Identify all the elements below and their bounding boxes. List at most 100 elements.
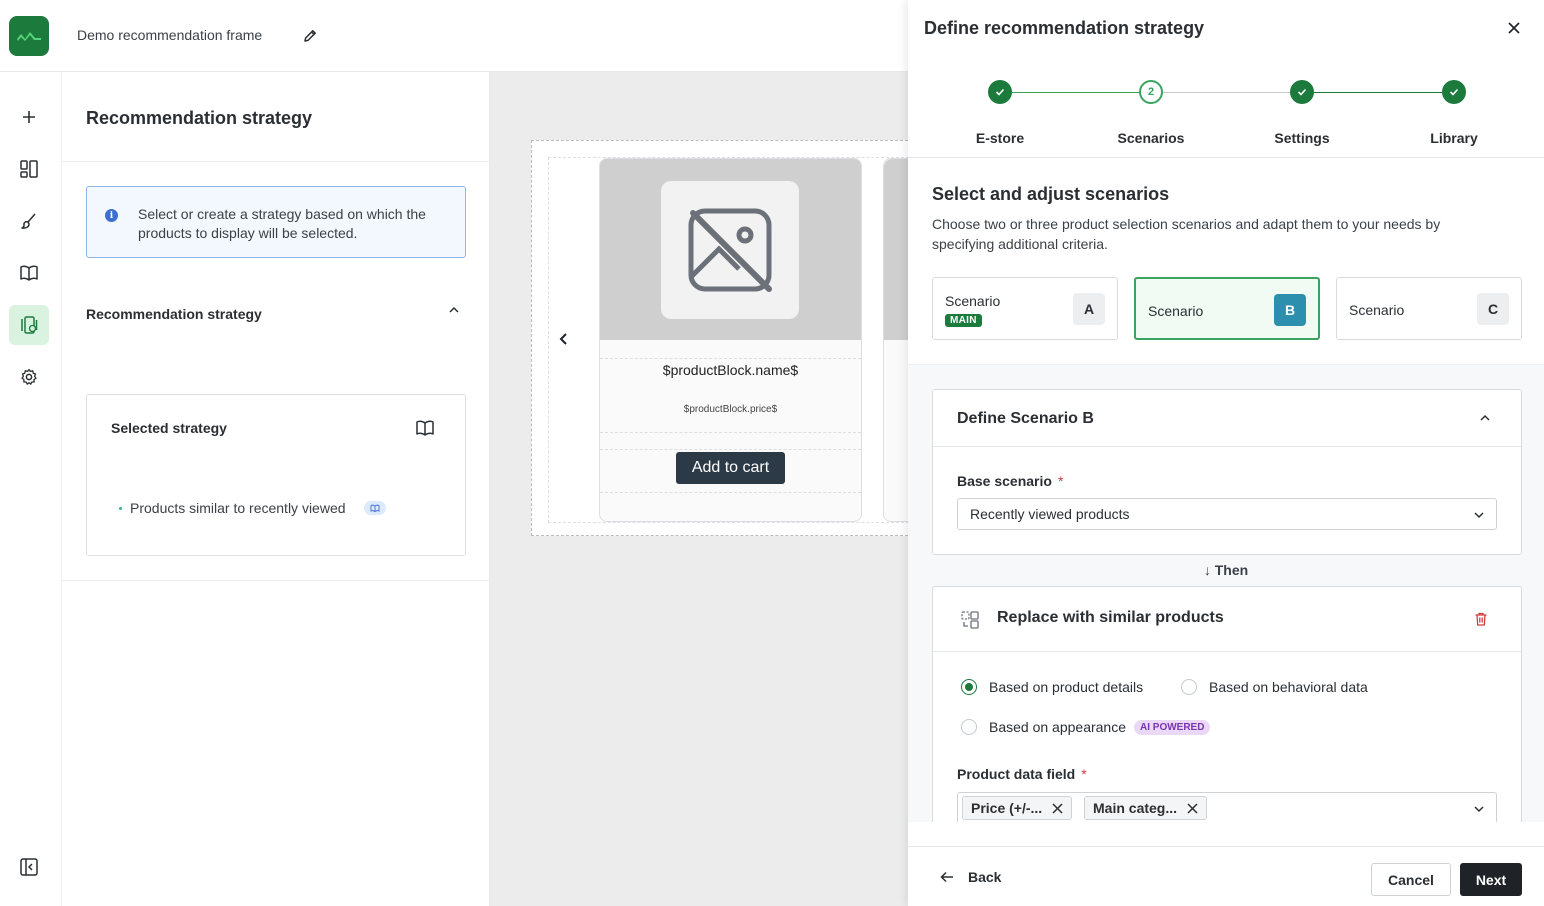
product-name: $productBlock.name$: [662, 362, 799, 378]
scenario-letter: C: [1477, 293, 1509, 325]
step-estore[interactable]: [988, 80, 1012, 104]
cancel-button[interactable]: Cancel: [1371, 863, 1451, 896]
collapse-panel-button[interactable]: [9, 847, 49, 887]
back-button[interactable]: Back: [940, 869, 1001, 885]
image-placeholder-icon: [661, 181, 799, 319]
pencil-icon[interactable]: [301, 27, 319, 45]
collapse-panel-icon: [20, 858, 38, 876]
product-price: $productBlock.price$: [683, 404, 778, 415]
scenario-letter: B: [1274, 294, 1306, 326]
stepper-line: [1163, 92, 1290, 93]
radio-button[interactable]: [1181, 679, 1197, 695]
top-bar: Demo recommendation frame: [0, 0, 908, 72]
step-label-library[interactable]: Library: [1394, 130, 1514, 146]
selected-strategy-title: Selected strategy: [111, 420, 227, 436]
product-card: $productBlock.name$ $productBlock.price$…: [599, 158, 862, 522]
ai-powered-badge: AI POWERED: [1134, 719, 1211, 735]
section-description: Choose two or three product selection sc…: [932, 216, 1441, 252]
settings-button[interactable]: [9, 357, 49, 397]
book-icon: [20, 265, 38, 281]
frame-title: Demo recommendation frame: [77, 27, 263, 43]
similar-products-icon: [961, 611, 979, 629]
divider: [600, 449, 861, 450]
add-to-cart-button[interactable]: Add to cart: [676, 452, 785, 484]
then-label: ↓ Then: [1203, 562, 1249, 578]
divider: [600, 432, 861, 433]
step-label-settings[interactable]: Settings: [1242, 130, 1362, 146]
divider: [933, 446, 1521, 447]
stepper-line: [1012, 92, 1139, 93]
scenario-card-c[interactable]: Scenario C: [1336, 277, 1522, 340]
close-icon[interactable]: [1187, 802, 1198, 814]
step-library[interactable]: [1442, 80, 1466, 104]
replace-title: Replace with similar products: [997, 609, 1224, 626]
layout-button[interactable]: [9, 149, 49, 189]
selected-strategy-item: Products similar to recently viewed: [119, 500, 386, 516]
divider: [62, 580, 490, 581]
divider: [908, 157, 1544, 158]
step-label-scenarios[interactable]: Scenarios: [1091, 130, 1211, 146]
gear-icon: [21, 368, 37, 385]
scenario-label: Scenario: [945, 293, 1001, 309]
strategy-panel: Recommendation strategy i Select or crea…: [62, 72, 490, 906]
next-button[interactable]: Next: [1460, 863, 1522, 896]
left-rail: [0, 72, 62, 906]
divider: [933, 651, 1521, 652]
brush-icon: [21, 213, 36, 229]
chevron-up-icon[interactable]: [446, 302, 462, 318]
recommendation-button[interactable]: [9, 305, 49, 345]
tag-main-category: Main categ...: [1084, 796, 1208, 820]
book-badge-icon: [363, 501, 386, 515]
scenario-card-a[interactable]: Scenario MAIN A: [932, 277, 1118, 340]
add-button[interactable]: [9, 97, 49, 137]
base-scenario-select[interactable]: Recently viewed products: [957, 498, 1497, 530]
check-icon: [1449, 88, 1459, 96]
brand-logo-icon[interactable]: [9, 16, 49, 56]
recommendation-icon: [21, 316, 38, 334]
layout-icon: [20, 160, 38, 178]
radio-behavioral-data[interactable]: Based on behavioral data: [1181, 679, 1368, 695]
chevron-down-icon: [1474, 806, 1484, 813]
base-scenario-value: Recently viewed products: [970, 506, 1130, 522]
strategy-drawer: Define recommendation strategy 2 E-store…: [908, 0, 1544, 906]
trash-icon[interactable]: [1473, 611, 1489, 627]
divider: [600, 358, 861, 359]
radio-button[interactable]: [961, 719, 977, 735]
main-badge: MAIN: [945, 314, 982, 327]
info-icon: i: [105, 209, 118, 222]
chevron-left-icon[interactable]: [556, 331, 572, 347]
selected-strategy-label: Products similar to recently viewed: [130, 500, 346, 516]
chevron-up-icon[interactable]: [1477, 410, 1493, 426]
step-scenarios[interactable]: 2: [1139, 80, 1163, 104]
divider: [600, 492, 861, 493]
close-icon[interactable]: [1052, 802, 1063, 814]
tag-price: Price (+/-...: [962, 796, 1073, 820]
info-message: i Select or create a strategy based on w…: [86, 186, 466, 258]
define-scenario-section: Define Scenario B Base scenario * Recentl…: [932, 389, 1522, 555]
define-scenario-title: Define Scenario B: [957, 410, 1094, 427]
section-title: Select and adjust scenarios: [932, 184, 1170, 204]
style-button[interactable]: [9, 201, 49, 241]
arrow-down-icon: ↓: [1203, 562, 1211, 578]
book-icon[interactable]: [415, 419, 435, 437]
scenario-label: Scenario: [1148, 303, 1204, 319]
product-data-field-select[interactable]: Price (+/-... Main categ...: [957, 792, 1497, 822]
step-settings[interactable]: [1290, 80, 1314, 104]
bullet: [119, 506, 122, 510]
radio-appearance[interactable]: Based on appearance AI POWERED: [961, 719, 1211, 735]
check-icon: [1297, 88, 1307, 96]
radio-product-details[interactable]: Based on product details: [961, 679, 1143, 695]
product-image: [600, 159, 861, 340]
library-button[interactable]: [9, 253, 49, 293]
plus-icon: [23, 111, 35, 123]
step-label-estore[interactable]: E-store: [940, 130, 1060, 146]
drawer-title: Define recommendation strategy: [924, 18, 1205, 38]
replace-section: Replace with similar products Based on p…: [932, 586, 1522, 822]
scenario-card-b[interactable]: Scenario B: [1134, 277, 1320, 340]
close-icon[interactable]: [1504, 18, 1524, 38]
stepper-line: [1314, 92, 1442, 93]
scenario-editor[interactable]: Define Scenario B Base scenario * Recentl…: [908, 364, 1544, 822]
canvas-area: $productBlock.name$ $productBlock.price$…: [490, 72, 924, 906]
selected-strategy-card: Selected strategy Products similar to re…: [86, 394, 466, 556]
radio-button[interactable]: [961, 679, 977, 695]
